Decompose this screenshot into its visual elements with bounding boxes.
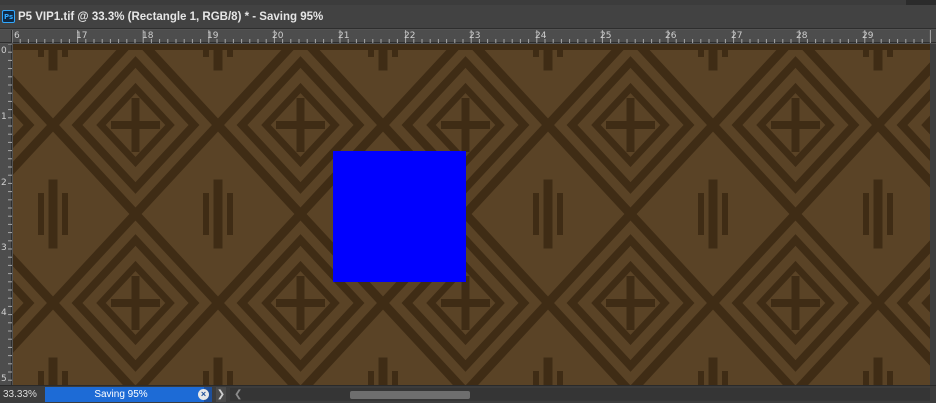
ruler-label: 26 [665,31,677,41]
photoshop-icon: Ps [2,10,15,23]
ruler-label: 29 [862,31,874,41]
pattern-top-edge [13,44,930,50]
ruler-label: 3 [1,243,7,253]
ruler-label: 6 [14,31,20,41]
horizontal-ruler[interactable]: 6 17 18 19 20 21 22 23 24 25 26 27 28 29 [12,30,936,43]
chevron-left-icon[interactable]: ❮ [234,388,242,401]
document-tab[interactable]: P5 VIP1.tif @ 33.3% (Rectangle 1, RGB/8)… [18,10,323,25]
vertical-scrollbar[interactable] [930,44,936,385]
ruler-label: 19 [207,31,219,41]
zoom-level[interactable]: 33.33% [3,389,37,401]
vertical-ruler-ticks [8,44,12,381]
ruler-label: 17 [76,31,88,41]
ruler-origin[interactable] [0,30,12,43]
ruler-label: 5 [1,374,7,384]
rectangle-1-layer[interactable] [333,151,466,282]
ruler-label: 22 [404,31,416,41]
ruler-label: 21 [338,31,350,41]
ruler-label: 20 [272,31,284,41]
ruler-label: 28 [796,31,808,41]
ruler-label: 0 [1,46,7,56]
pattern-overlay [13,44,930,385]
vertical-ruler[interactable]: 0 1 2 3 4 5 [0,44,12,385]
ruler-label: 27 [731,31,743,41]
status-bar: 33.33% Saving 95% × ❯ ❮ [0,385,936,403]
document-tab-bar: Ps P5 VIP1.tif @ 33.3% (Rectangle 1, RGB… [0,5,936,29]
ruler-label: 23 [469,31,481,41]
ruler-label: 1 [1,112,7,122]
ruler-label: 18 [142,31,154,41]
save-progress-label: Saving 95% [94,389,148,400]
horizontal-scroll-thumb[interactable] [350,391,470,399]
photoshop-icon-text: Ps [4,13,14,21]
wood-pattern-background [13,44,930,385]
close-circle-icon[interactable]: × [198,389,209,400]
document-canvas[interactable] [13,44,930,385]
horizontal-scrollbar[interactable]: ❮ [230,388,930,401]
ruler-label: 25 [600,31,612,41]
save-progress-bar: Saving 95% × [45,387,212,402]
ruler-label: 24 [535,31,547,41]
ruler-label: 2 [1,178,7,188]
chevron-right-icon[interactable]: ❯ [216,387,226,402]
ruler-label: 4 [1,308,7,318]
